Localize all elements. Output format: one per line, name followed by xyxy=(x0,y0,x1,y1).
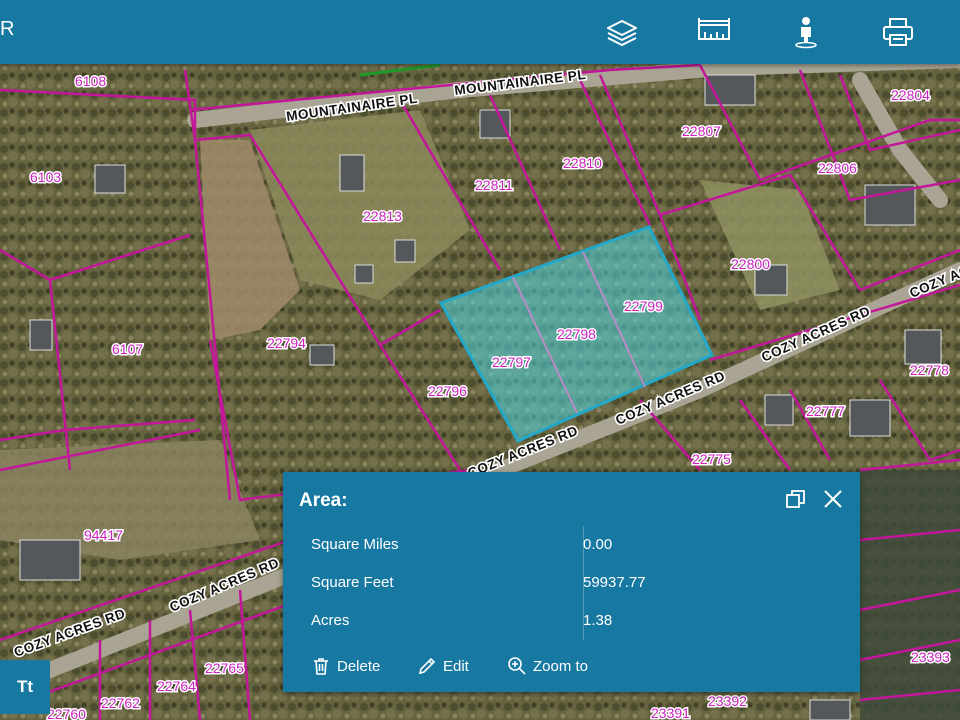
text-tool-button[interactable]: Tt xyxy=(0,660,50,714)
parcel-label: 6107 xyxy=(112,341,143,357)
delete-label: Delete xyxy=(337,657,381,675)
row-label: Square Feet xyxy=(311,574,394,591)
row-value: 1.38 xyxy=(583,612,613,629)
measure-button[interactable] xyxy=(692,10,736,54)
layers-button[interactable] xyxy=(600,10,644,54)
parcel-label: 22811 xyxy=(475,177,513,193)
parcel-label: 22798 xyxy=(557,326,596,342)
measurement-panel: Area: Square Miles 0.00 Square Feet 5993… xyxy=(283,472,860,692)
parcel-label: 22799 xyxy=(624,298,663,314)
parcel-label: 22775 xyxy=(692,451,731,467)
parcel-label: 22797 xyxy=(492,354,531,370)
parcel-label: 23391 xyxy=(651,705,690,720)
zoom-in-icon xyxy=(508,657,526,675)
layers-icon xyxy=(607,20,637,46)
print-icon xyxy=(883,18,913,46)
table-row: Acres 1.38 xyxy=(303,602,860,640)
row-value: 59937.77 xyxy=(583,574,646,591)
parcel-label: 23392 xyxy=(708,693,747,709)
parcel-label: 22804 xyxy=(891,87,930,103)
print-button[interactable] xyxy=(876,10,920,54)
parcel-label: 22760 xyxy=(47,706,86,720)
parcel-label: 22778 xyxy=(910,362,949,378)
measurement-table: Square Miles 0.00 Square Feet 59937.77 A… xyxy=(303,526,860,640)
parcel-label: 6108 xyxy=(75,73,106,89)
top-toolbar: R xyxy=(0,0,960,64)
undock-button[interactable] xyxy=(783,486,809,512)
table-row: Square Miles 0.00 xyxy=(303,526,860,564)
panel-title: Area: xyxy=(299,490,348,511)
parcel-label: 22765 xyxy=(205,660,244,676)
measure-icon xyxy=(698,18,730,40)
parcel-label: 22794 xyxy=(267,335,306,351)
parcel-label: 22777 xyxy=(806,403,845,419)
street-view-icon xyxy=(795,17,817,49)
parcel-label: 6103 xyxy=(30,169,61,185)
pencil-icon xyxy=(418,657,436,675)
parcel-label: 22764 xyxy=(157,678,196,694)
close-button[interactable] xyxy=(820,486,846,512)
row-label: Square Miles xyxy=(311,536,399,553)
app-title-fragment: R xyxy=(0,18,15,40)
trash-icon xyxy=(314,658,328,675)
parcel-label: 22813 xyxy=(363,208,402,224)
edit-label: Edit xyxy=(443,657,469,675)
close-icon xyxy=(824,490,842,508)
zoom-to-button[interactable]: Zoom to xyxy=(507,656,588,676)
zoom-to-label: Zoom to xyxy=(533,657,589,675)
parcel-label: 23393 xyxy=(911,649,950,665)
row-label: Acres xyxy=(311,612,350,629)
parcel-label: 94417 xyxy=(84,527,123,543)
table-row: Square Feet 59937.77 xyxy=(303,564,860,602)
edit-button[interactable]: Edit xyxy=(417,656,469,676)
delete-button[interactable]: Delete xyxy=(311,656,380,676)
parcel-label: 22800 xyxy=(731,256,770,272)
parcel-label: 22807 xyxy=(682,123,721,139)
street-view-button[interactable] xyxy=(784,10,828,54)
parcel-label: 22796 xyxy=(428,383,467,399)
parcel-label: 22806 xyxy=(818,160,857,176)
window-restore-icon xyxy=(786,490,805,508)
parcel-label: 22762 xyxy=(101,695,140,711)
row-value: 0.00 xyxy=(583,536,613,553)
parcel-label: 22810 xyxy=(563,155,602,171)
